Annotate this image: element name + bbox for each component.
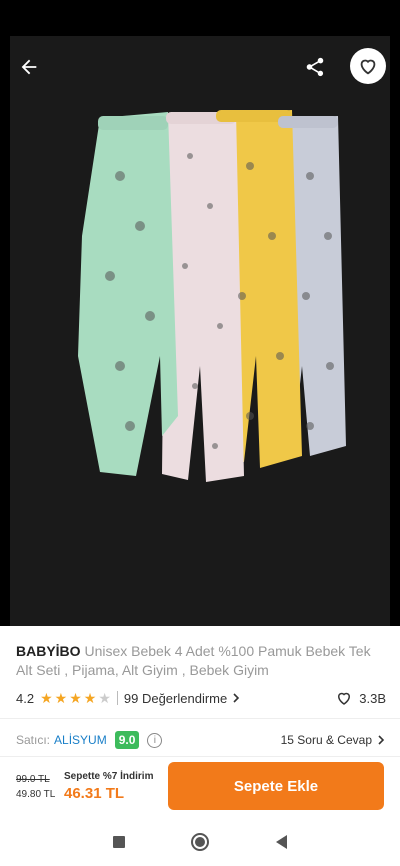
share-button[interactable] bbox=[298, 50, 332, 84]
pants-green bbox=[78, 112, 178, 476]
price-block: 99.0 TL 49.80 TL bbox=[16, 773, 55, 803]
favorites-count[interactable]: 3.3B bbox=[335, 689, 386, 707]
product-image-gallery[interactable] bbox=[0, 36, 400, 626]
reviews-link[interactable]: 99 Değerlendirme bbox=[124, 691, 241, 706]
reviews-label: 99 Değerlendirme bbox=[123, 690, 228, 706]
system-nav-bar bbox=[0, 818, 400, 866]
questions-label: 15 Soru & Cevap bbox=[280, 733, 372, 747]
chevron-right-icon bbox=[233, 693, 240, 703]
seller-row: Satıcı: ALİSYUM 9.0 i 15 Soru & Cevap bbox=[16, 729, 386, 751]
add-to-cart-button[interactable]: Sepete Ekle bbox=[168, 762, 384, 810]
info-icon[interactable]: i bbox=[147, 732, 163, 748]
back-button[interactable] bbox=[12, 50, 46, 84]
divider bbox=[116, 691, 118, 705]
rating-stars: ★ ★ ★ ★ ★ bbox=[40, 691, 111, 705]
share-icon bbox=[306, 57, 324, 77]
back-arrow-icon bbox=[21, 59, 37, 75]
heart-icon bbox=[338, 692, 351, 705]
original-price: 99.0 TL bbox=[16, 774, 50, 785]
brand-name[interactable]: BABYİBO bbox=[16, 643, 81, 659]
pants-pink bbox=[162, 112, 244, 482]
status-bar bbox=[0, 0, 400, 36]
nav-recents-icon[interactable] bbox=[112, 835, 126, 849]
final-price: 46.31 TL bbox=[64, 785, 125, 802]
favorite-button[interactable] bbox=[350, 48, 386, 84]
heart-icon bbox=[360, 59, 376, 75]
discounted-price: 49.80 TL bbox=[16, 789, 56, 800]
product-title: BABYİBO Unisex Bebek 4 Adet %100 Pamuk B… bbox=[16, 642, 386, 680]
star-icon: ★ bbox=[69, 690, 82, 706]
seller-name-link[interactable]: ALİSYUM bbox=[54, 733, 107, 747]
nav-home-icon[interactable] bbox=[190, 832, 210, 852]
favorites-count-label: 3.3B bbox=[359, 690, 386, 706]
chevron-right-icon bbox=[378, 735, 385, 745]
seller-score-badge: 9.0 bbox=[114, 731, 140, 749]
seller-label: Satıcı: bbox=[16, 733, 51, 747]
star-icon: ★ bbox=[83, 690, 97, 706]
purchase-bar: 99.0 TL 49.80 TL Sepette %7 İndirim 46.3… bbox=[0, 756, 400, 818]
star-icon: ★ bbox=[98, 690, 111, 706]
nav-back-icon[interactable] bbox=[274, 834, 288, 850]
section-divider bbox=[0, 718, 400, 719]
star-icon: ★ bbox=[40, 690, 53, 706]
product-image bbox=[10, 36, 390, 626]
rating-value: 4.2 bbox=[16, 690, 35, 706]
basket-discount-label: Sepette %7 İndirim bbox=[64, 771, 154, 782]
star-icon: ★ bbox=[54, 690, 68, 706]
rating-row: 4.2 ★ ★ ★ ★ ★ 99 Değerlendirme 3.3B bbox=[16, 688, 386, 708]
pants-illustration bbox=[78, 110, 346, 482]
questions-link[interactable]: 15 Soru & Cevap bbox=[281, 733, 386, 747]
